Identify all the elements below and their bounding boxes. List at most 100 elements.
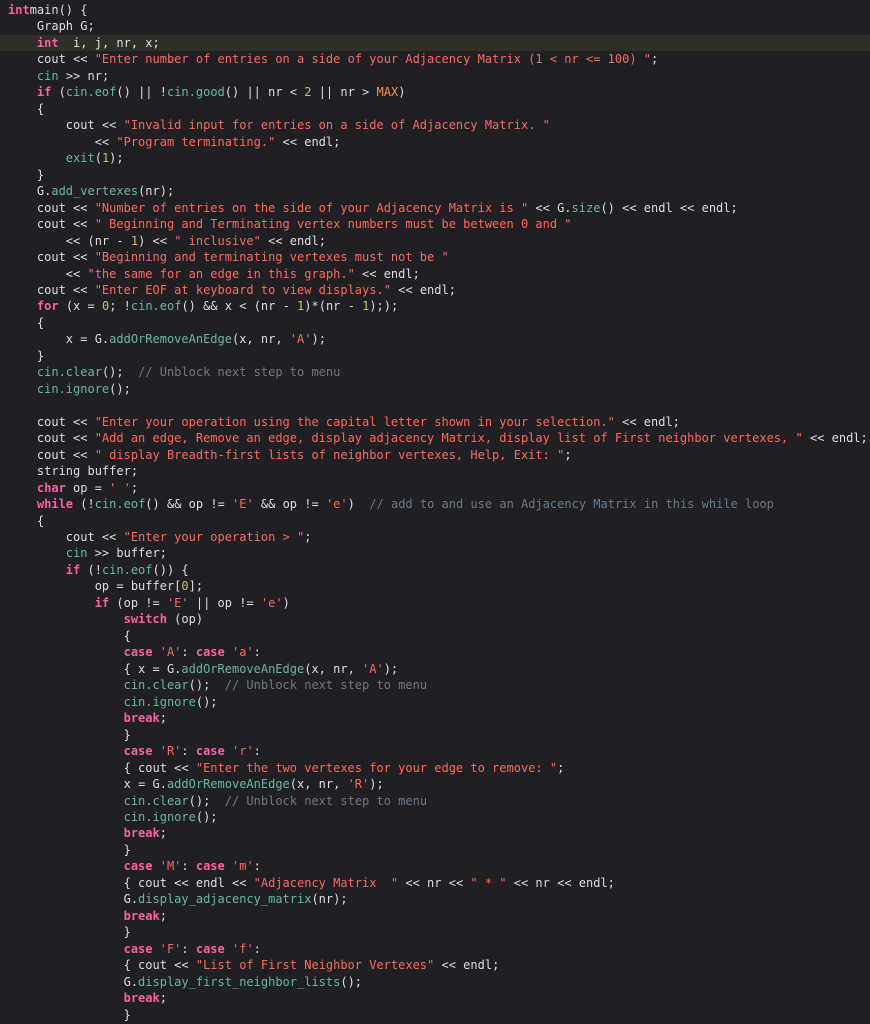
- code-line[interactable]: cout << "Enter your operation > ";: [0, 529, 870, 545]
- code-line[interactable]: { x = G.addOrRemoveAnEdge(x, nr, 'A');: [0, 661, 870, 677]
- code-token: << endl;: [434, 958, 500, 973]
- code-line[interactable]: cin.clear(); // Unblock next step to men…: [0, 364, 870, 380]
- code-line[interactable]: cout << "Number of entries on the side o…: [0, 200, 870, 216]
- code-line[interactable]: x = G.addOrRemoveAnEdge(x, nr, 'A');: [0, 331, 870, 347]
- code-line[interactable]: G.add_vertexes(nr);: [0, 183, 870, 199]
- code-line[interactable]: }: [0, 924, 870, 940]
- code-line[interactable]: { cout << endl << "Adjacency Matrix " <<…: [0, 875, 870, 891]
- code-token: (nr);: [311, 892, 348, 907]
- code-line[interactable]: if (op != 'E' || op != 'e'): [0, 595, 870, 611]
- code-line[interactable]: if (!cin.eof()) {: [0, 562, 870, 578]
- code-token: cout <<: [8, 431, 95, 446]
- code-line[interactable]: G.display_adjacency_matrix(nr);: [0, 891, 870, 907]
- code-line[interactable]: [0, 397, 870, 413]
- code-line[interactable]: }: [0, 167, 870, 183]
- code-line[interactable]: for (x = 0; !cin.eof() && x < (nr - 1)*(…: [0, 298, 870, 314]
- code-token: << endl;: [614, 414, 680, 429]
- code-line[interactable]: cin >> buffer;: [0, 545, 870, 561]
- code-token: () || !: [116, 85, 167, 100]
- code-line[interactable]: cout << "Add an edge, Remove an edge, di…: [0, 430, 870, 446]
- code-line[interactable]: cout << "Invalid input for entries on a …: [0, 117, 870, 133]
- code-line[interactable]: << (nr - 1) << " inclusive" << endl;: [0, 233, 870, 249]
- code-line[interactable]: cin.ignore();: [0, 809, 870, 825]
- code-token: if: [36, 85, 52, 100]
- code-line[interactable]: cout << "Enter EOF at keyboard to view d…: [0, 282, 870, 298]
- code-line[interactable]: cin.clear(); // Unblock next step to men…: [0, 793, 870, 809]
- code-token: (x, nr,: [231, 332, 290, 347]
- code-line[interactable]: case 'A': case 'a':: [0, 644, 870, 660]
- code-line[interactable]: break;: [0, 710, 870, 726]
- code-token: // Unblock next step to menu: [224, 678, 428, 693]
- code-token: >> nr;: [58, 68, 110, 83]
- code-token: }: [8, 167, 45, 182]
- code-line[interactable]: << "Program terminating." << endl;: [0, 134, 870, 150]
- code-token: ;: [130, 480, 139, 495]
- code-line[interactable]: int i, j, nr, x;: [0, 34, 870, 52]
- code-line[interactable]: G.display_first_neighbor_lists();: [0, 974, 870, 990]
- code-token: ();: [340, 974, 363, 989]
- code-line[interactable]: << "the same for an edge in this graph."…: [0, 266, 870, 282]
- code-token: display_first_neighbor_lists: [138, 974, 341, 989]
- code-line[interactable]: { cout << "List of First Neighbor Vertex…: [0, 957, 870, 973]
- code-line[interactable]: cout << "Enter number of entries on a si…: [0, 51, 870, 67]
- code-line[interactable]: {: [0, 315, 870, 331]
- code-line[interactable]: case 'F': case 'f':: [0, 941, 870, 957]
- code-token: break: [123, 711, 160, 726]
- code-line[interactable]: cout << "Beginning and terminating verte…: [0, 249, 870, 265]
- code-line[interactable]: break;: [0, 990, 870, 1006]
- code-line[interactable]: op = buffer[0];: [0, 578, 870, 594]
- code-token: }: [8, 842, 131, 857]
- code-line[interactable]: switch (op): [0, 611, 870, 627]
- code-line[interactable]: {: [0, 101, 870, 117]
- code-line[interactable]: cout << " display Breadth-first lists of…: [0, 447, 870, 463]
- code-token: addOrRemoveAnEdge: [181, 661, 305, 676]
- code-token: >> buffer;: [87, 546, 167, 561]
- code-token: while: [36, 497, 74, 512]
- code-editor[interactable]: intmain() { Graph G; int i, j, nr, x; co…: [0, 0, 870, 1024]
- code-line[interactable]: { cout << "Enter the two vertexes for yo…: [0, 760, 870, 776]
- code-line[interactable]: }: [0, 348, 870, 364]
- code-line[interactable]: cout << " Beginning and Terminating vert…: [0, 216, 870, 232]
- code-line[interactable]: }: [0, 1007, 870, 1023]
- code-line[interactable]: char op = ' ';: [0, 480, 870, 496]
- code-line[interactable]: while (!cin.eof() && op != 'E' && op != …: [0, 496, 870, 512]
- code-line[interactable]: }: [0, 842, 870, 858]
- code-line[interactable]: string buffer;: [0, 463, 870, 479]
- code-line[interactable]: intmain() {: [0, 2, 870, 18]
- code-line[interactable]: {: [0, 513, 870, 529]
- code-line[interactable]: cin.clear(); // Unblock next step to men…: [0, 677, 870, 693]
- code-line[interactable]: cin.ignore();: [0, 694, 870, 710]
- code-line[interactable]: if (cin.eof() || !cin.good() || nr < 2 |…: [0, 84, 870, 100]
- code-line[interactable]: cout << "Enter your operation using the …: [0, 414, 870, 430]
- code-token: op = buffer[: [8, 579, 182, 594]
- code-line[interactable]: exit(1);: [0, 150, 870, 166]
- code-line[interactable]: case 'M': case 'm':: [0, 858, 870, 874]
- code-line[interactable]: x = G.addOrRemoveAnEdge(x, nr, 'R');: [0, 776, 870, 792]
- code-line[interactable]: Graph G;: [0, 18, 870, 34]
- code-token: "Number of entries on the side of your A…: [94, 200, 529, 215]
- code-line[interactable]: break;: [0, 908, 870, 924]
- code-line[interactable]: case 'R': case 'r':: [0, 743, 870, 759]
- code-token: // Unblock next step to menu: [224, 793, 428, 808]
- code-line[interactable]: cin.ignore();: [0, 381, 870, 397]
- code-line[interactable]: break;: [0, 825, 870, 841]
- code-line[interactable]: }: [0, 727, 870, 743]
- code-token: << nr << endl;: [506, 875, 615, 890]
- code-token: () && x < (nr -: [181, 299, 298, 314]
- code-token: (!: [80, 562, 102, 577]
- code-token: (x, nr,: [289, 777, 348, 792]
- code-token: if: [65, 562, 81, 577]
- code-token: cin.ignore: [36, 381, 110, 396]
- code-line[interactable]: {: [0, 628, 870, 644]
- code-token: 'R': [347, 777, 370, 792]
- code-token: "Invalid input for entries on a side of …: [123, 118, 550, 133]
- code-token: 'a': [224, 645, 254, 660]
- code-token: ();: [109, 381, 131, 396]
- code-token: "Enter EOF at keyboard to view displays.…: [94, 282, 391, 297]
- code-line[interactable]: cin >> nr;: [0, 68, 870, 84]
